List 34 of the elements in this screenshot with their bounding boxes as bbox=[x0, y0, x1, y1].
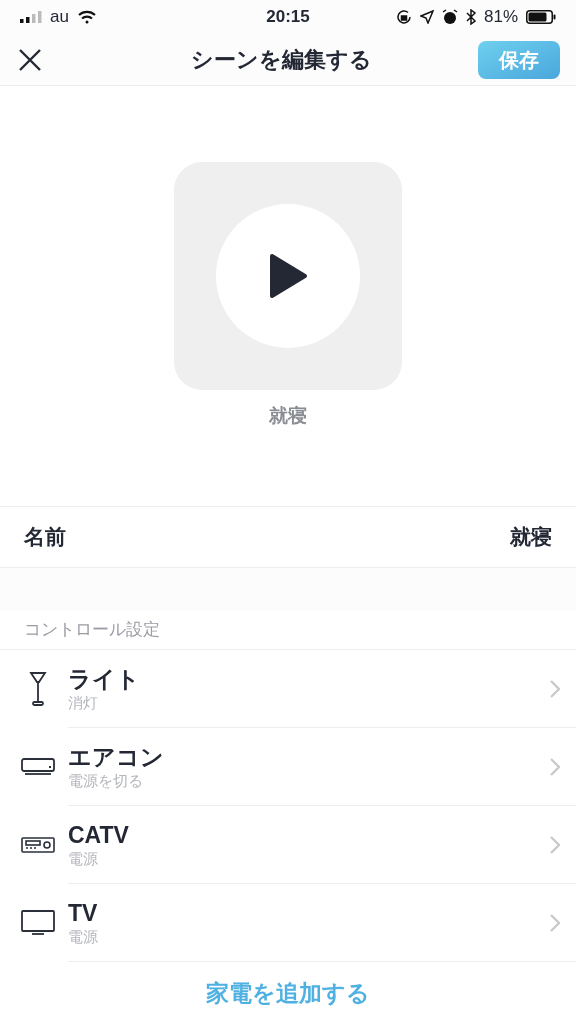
signal-icon bbox=[20, 11, 42, 23]
carrier-name: au bbox=[50, 6, 69, 29]
device-name: ライト bbox=[68, 664, 141, 694]
lamp-icon bbox=[28, 671, 48, 707]
device-name: エアコン bbox=[68, 742, 165, 772]
page-title: シーンを編集する bbox=[190, 46, 372, 74]
battery-percent: 81% bbox=[484, 6, 518, 29]
close-icon bbox=[18, 47, 42, 72]
name-value: 就寝 bbox=[510, 524, 552, 551]
chevron-right-icon bbox=[550, 835, 560, 854]
air-conditioner-icon bbox=[21, 758, 55, 776]
play-icon bbox=[268, 252, 308, 299]
battery-icon bbox=[526, 10, 556, 24]
section-header: コントロール設定 bbox=[24, 618, 160, 641]
rotation-lock-icon bbox=[396, 9, 412, 25]
device-action: 電源 bbox=[68, 927, 99, 947]
scene-tile[interactable] bbox=[174, 161, 402, 390]
alarm-icon bbox=[442, 9, 458, 25]
chevron-right-icon bbox=[550, 913, 560, 932]
scene-caption: 就寝 bbox=[269, 403, 307, 428]
tv-icon bbox=[21, 910, 55, 936]
device-action: 消灯 bbox=[68, 693, 99, 713]
device-name: CATV bbox=[68, 820, 130, 850]
clock-time: 20:15 bbox=[266, 6, 310, 29]
bluetooth-icon bbox=[466, 9, 476, 25]
location-icon bbox=[420, 10, 434, 24]
chevron-right-icon bbox=[550, 757, 560, 776]
name-label: 名前 bbox=[24, 524, 66, 551]
device-action: 電源を切る bbox=[68, 771, 144, 791]
receiver-icon bbox=[21, 837, 55, 853]
device-action: 電源 bbox=[68, 849, 99, 869]
chevron-right-icon bbox=[550, 679, 560, 698]
wifi-icon bbox=[76, 10, 97, 24]
device-name: TV bbox=[68, 898, 99, 928]
